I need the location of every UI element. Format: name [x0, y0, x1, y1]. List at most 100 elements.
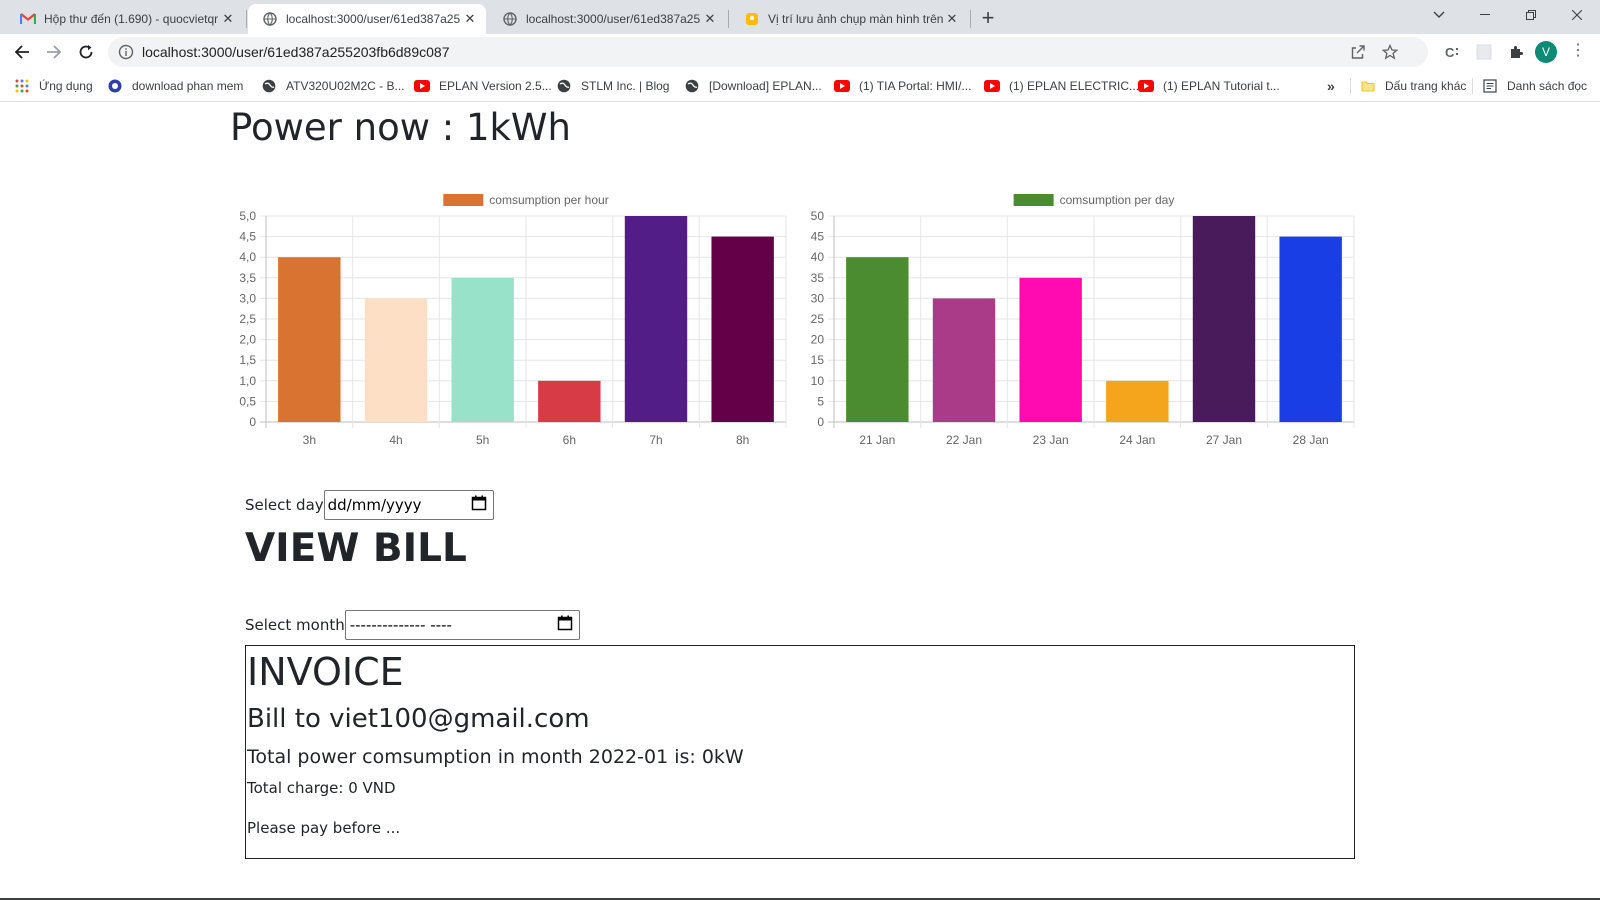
- globe-icon: [684, 78, 700, 94]
- tab-strip: Hộp thư đến (1.690) - quocvietqr ✕ local…: [0, 0, 1600, 34]
- tab-title: Hộp thư đến (1.690) - quocvietqr: [44, 12, 219, 26]
- close-icon[interactable]: ✕: [944, 11, 960, 27]
- youtube-icon: [984, 78, 1000, 94]
- day-date-input[interactable]: dd/mm/yyyy: [323, 490, 494, 520]
- y-tick-label: 3,5: [239, 271, 256, 285]
- bookmark-label: STLM Inc. | Blog: [581, 79, 670, 93]
- x-tick-label: 27 Jan: [1206, 433, 1242, 447]
- extension-c-icon[interactable]: C: [1442, 42, 1462, 62]
- info-icon[interactable]: [118, 44, 134, 65]
- bar-3h: [278, 257, 341, 422]
- y-tick-label: 4,5: [239, 230, 256, 244]
- browser-toolbar: localhost:3000/user/61ed387a255203fb6d89…: [0, 34, 1600, 70]
- close-icon[interactable]: ✕: [702, 11, 718, 27]
- reading-list-icon: [1482, 78, 1498, 94]
- legend-label: comsumption per hour: [489, 193, 608, 207]
- y-tick-label: 35: [811, 271, 825, 285]
- bookmark-label: ATV320U02M2C - B...: [286, 79, 405, 93]
- tab-screenshot-location[interactable]: Vị trí lưu ảnh chụp màn hình trên ✕: [730, 4, 968, 34]
- share-icon[interactable]: [1348, 42, 1368, 62]
- invoice-pay-before: Please pay before ...: [247, 819, 401, 837]
- y-tick-label: 1,0: [239, 374, 256, 388]
- close-icon[interactable]: ✕: [462, 11, 478, 27]
- x-tick-label: 24 Jan: [1119, 433, 1155, 447]
- bar-6h: [538, 380, 601, 422]
- bar-7h: [624, 216, 688, 422]
- x-tick-label: 28 Jan: [1293, 433, 1329, 447]
- folder-icon: [1360, 78, 1376, 94]
- bar-28-jan: [1279, 236, 1342, 422]
- bar-21-jan: [846, 257, 909, 422]
- invoice-total-charge: Total charge: 0 VND: [247, 779, 396, 797]
- bookmark-download-eplan[interactable]: [Download] EPLAN...: [684, 77, 822, 95]
- svg-text:C: C: [1445, 45, 1455, 60]
- globe-icon: [556, 78, 572, 94]
- invoice-bill-to: Bill to viet100@gmail.com: [247, 704, 590, 734]
- bar-4h: [364, 298, 428, 422]
- bookmark-download-phan-mem[interactable]: download phan mem: [107, 77, 243, 95]
- bookmark-tia-portal[interactable]: (1) TIA Portal: HMI/...: [834, 77, 971, 95]
- bookmark-label: EPLAN Version 2.5...: [439, 79, 552, 93]
- y-tick-label: 50: [811, 209, 825, 223]
- legend-label: comsumption per day: [1060, 193, 1175, 207]
- url-text: localhost:3000/user/61ed387a255203fb6d89…: [142, 44, 450, 60]
- profile-avatar[interactable]: V: [1535, 41, 1557, 63]
- x-tick-label: 6h: [563, 433, 576, 447]
- bookmark-atv320[interactable]: ATV320U02M2C - B...: [261, 77, 405, 95]
- bar-5h: [451, 277, 514, 422]
- tab-title: Vị trí lưu ảnh chụp màn hình trên: [768, 12, 944, 26]
- minimize-icon[interactable]: [1462, 0, 1508, 30]
- tab-localhost[interactable]: localhost:3000/user/61ed387a25 ✕: [488, 4, 726, 34]
- x-tick-label: 4h: [389, 433, 402, 447]
- bookmark-eplan-version[interactable]: EPLAN Version 2.5...: [414, 77, 552, 95]
- calendar-icon[interactable]: [471, 495, 487, 515]
- calendar-icon[interactable]: [557, 615, 573, 635]
- select-month-label: Select month: [245, 616, 345, 634]
- globe-icon: [502, 11, 518, 27]
- bookmark-label: download phan mem: [132, 79, 244, 93]
- star-icon[interactable]: [1380, 42, 1400, 62]
- month-date-input[interactable]: -------------- ----: [344, 610, 580, 640]
- more-menu-icon[interactable]: ⋮: [1570, 42, 1586, 60]
- restore-icon[interactable]: [1508, 0, 1554, 30]
- bookmark-apps[interactable]: Ứng dụng: [14, 77, 93, 95]
- extension-grey-icon[interactable]: [1474, 42, 1494, 62]
- tab-search-chevron-icon[interactable]: [1416, 0, 1462, 30]
- invoice-title: INVOICE: [247, 650, 404, 694]
- forward-arrow-icon[interactable]: [40, 38, 68, 66]
- bar-23-jan: [1019, 277, 1082, 422]
- y-tick-label: 40: [811, 250, 825, 264]
- close-window-icon[interactable]: [1554, 0, 1600, 30]
- bookmark-other-folder[interactable]: Dấu trang khác: [1360, 77, 1466, 95]
- bookmark-eplan-tutorial[interactable]: (1) EPLAN Tutorial t...: [1138, 77, 1280, 95]
- hourly-consumption-chart: comsumption per hour 0 0,5 1,0 1,5 2,0 2,5 3,0 3…: [230, 184, 796, 458]
- apps-grid-icon: [14, 78, 30, 94]
- youtube-icon: [414, 78, 430, 94]
- reload-icon[interactable]: [72, 38, 100, 66]
- bookmark-stlm[interactable]: STLM Inc. | Blog: [556, 77, 669, 95]
- bookmarks-overflow-chevron[interactable]: »: [1327, 77, 1335, 95]
- x-tick-label: 22 Jan: [946, 433, 982, 447]
- puzzle-icon[interactable]: [1506, 42, 1526, 62]
- tab-localhost-active[interactable]: localhost:3000/user/61ed387a25 ✕: [248, 4, 486, 34]
- view-bill-heading: VIEW BILL: [245, 526, 467, 571]
- y-tick-label: 15: [811, 353, 825, 367]
- month-date-placeholder: -------------- ----: [349, 616, 452, 634]
- select-day-label: Select day: [245, 496, 324, 514]
- y-tick-label: 1,5: [239, 353, 256, 367]
- circle-icon: [107, 78, 123, 94]
- close-icon[interactable]: ✕: [220, 11, 236, 27]
- reading-list[interactable]: Danh sách đọc: [1482, 77, 1587, 95]
- youtube-icon: [1138, 78, 1154, 94]
- bookmark-label: (1) EPLAN ELECTRIC...: [1009, 79, 1140, 93]
- youtube-icon: [834, 78, 850, 94]
- new-tab-button[interactable]: +: [975, 6, 1001, 32]
- tab-divider: [970, 10, 971, 28]
- bookmark-eplan-electric[interactable]: (1) EPLAN ELECTRIC...: [984, 77, 1139, 95]
- x-tick-label: 21 Jan: [859, 433, 895, 447]
- address-bar[interactable]: localhost:3000/user/61ed387a255203fb6d89…: [108, 37, 1428, 67]
- globe-icon: [261, 78, 277, 94]
- back-arrow-icon[interactable]: [8, 38, 36, 66]
- page-content: Power now : 1kWh comsumption per hour 0 0,…: [0, 102, 1600, 900]
- tab-gmail[interactable]: Hộp thư đến (1.690) - quocvietqr ✕: [6, 4, 244, 34]
